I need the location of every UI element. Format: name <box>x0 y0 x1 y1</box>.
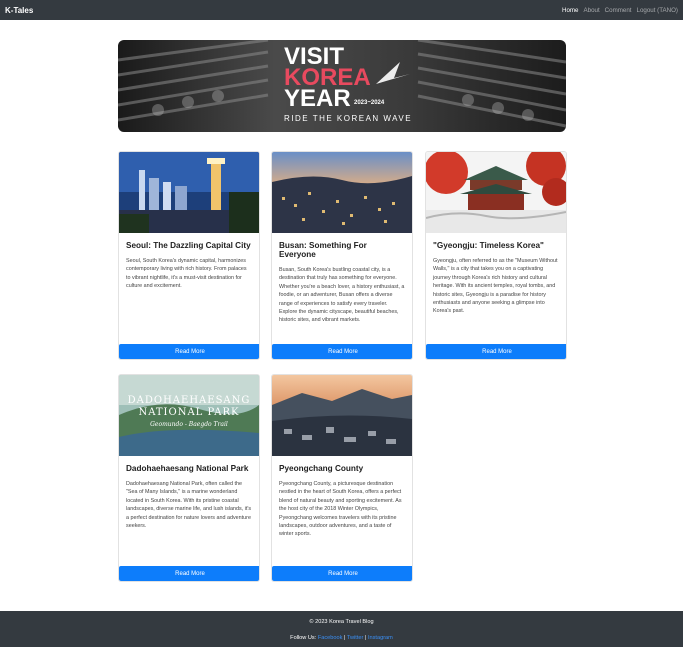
hero-banner: VISIT KOREA YEAR 2023~2024 RIDE THE KORE… <box>118 40 566 132</box>
card-gyeongju: "Gyeongju: Timeless Korea" Gyeongju, oft… <box>425 151 567 360</box>
read-more-button[interactable]: Read More <box>272 566 412 581</box>
card-seoul: Seoul: The Dazzling Capital City Seoul, … <box>118 151 260 360</box>
busan-image <box>272 152 412 233</box>
nav-home-link[interactable]: Home <box>562 7 579 14</box>
card-text: Pyeongchang County, a picturesque destin… <box>279 481 402 538</box>
read-more-button[interactable]: Read More <box>119 344 259 359</box>
card-text: Dadohaehaesang National Park, often call… <box>126 481 252 530</box>
seoul-image <box>119 152 259 233</box>
footer-separator: | <box>364 635 367 641</box>
card-title: "Gyeongju: Timeless Korea" <box>433 241 544 250</box>
gyeongju-image <box>426 152 566 233</box>
nav-links: Home About Comment Logout (TANO) <box>562 7 678 14</box>
card-text: Gyeongju, often referred to as the "Muse… <box>433 258 558 315</box>
facebook-link[interactable]: Facebook <box>318 635 343 641</box>
read-more-button[interactable]: Read More <box>426 344 566 359</box>
hero-years: 2023~2024 <box>354 100 385 106</box>
nav-comment-link[interactable]: Comment <box>605 7 632 14</box>
footer: © 2023 Korea Travel Blog Follow Us: Face… <box>0 611 683 647</box>
footer-social: Follow Us: Facebook | Twitter | Instagra… <box>0 635 683 641</box>
image-caption-line3: Geomundo - Baegdo Trail <box>150 421 228 428</box>
nav-about-link[interactable]: About <box>584 7 600 14</box>
nav-logout-link[interactable]: Logout (TANO) <box>637 7 679 14</box>
image-caption-line2: NATIONAL PARK <box>138 407 240 418</box>
card-dadohaehaesang: DADOHAEHAESANG NATIONAL PARK Geomundo - … <box>118 374 260 582</box>
follow-label: Follow Us: <box>290 635 317 641</box>
card-title: Dadohaehaesang National Park <box>126 464 249 473</box>
card-text: Busan, South Korea's bustling coastal ci… <box>279 267 405 324</box>
twitter-link[interactable]: Twitter <box>347 635 363 641</box>
footer-copyright: © 2023 Korea Travel Blog <box>309 619 374 625</box>
read-more-button[interactable]: Read More <box>119 566 259 581</box>
card-title: Seoul: The Dazzling Capital City <box>126 241 251 250</box>
footer-separator: | <box>343 635 346 641</box>
hero-tagline: RIDE THE KOREAN WAVE <box>284 114 413 123</box>
card-text: Seoul, South Korea's dynamic capital, ha… <box>126 258 247 290</box>
brand-logo[interactable]: K-Tales <box>5 6 33 15</box>
read-more-button[interactable]: Read More <box>272 344 412 359</box>
card-title: Pyeongchang County <box>279 464 364 473</box>
pyeongchang-image <box>272 375 412 456</box>
navbar: K-Tales Home About Comment Logout (TANO) <box>0 0 683 20</box>
card-title: Busan: Something For Everyone <box>279 241 367 259</box>
card-busan: Busan: Something For Everyone Busan, Sou… <box>271 151 413 360</box>
instagram-link[interactable]: Instagram <box>368 635 393 641</box>
card-pyeongchang: Pyeongchang County Pyeongchang County, a… <box>271 374 413 582</box>
dadohaehaesang-image: DADOHAEHAESANG NATIONAL PARK Geomundo - … <box>119 375 259 456</box>
image-caption-line1: DADOHAEHAESANG <box>127 395 251 406</box>
